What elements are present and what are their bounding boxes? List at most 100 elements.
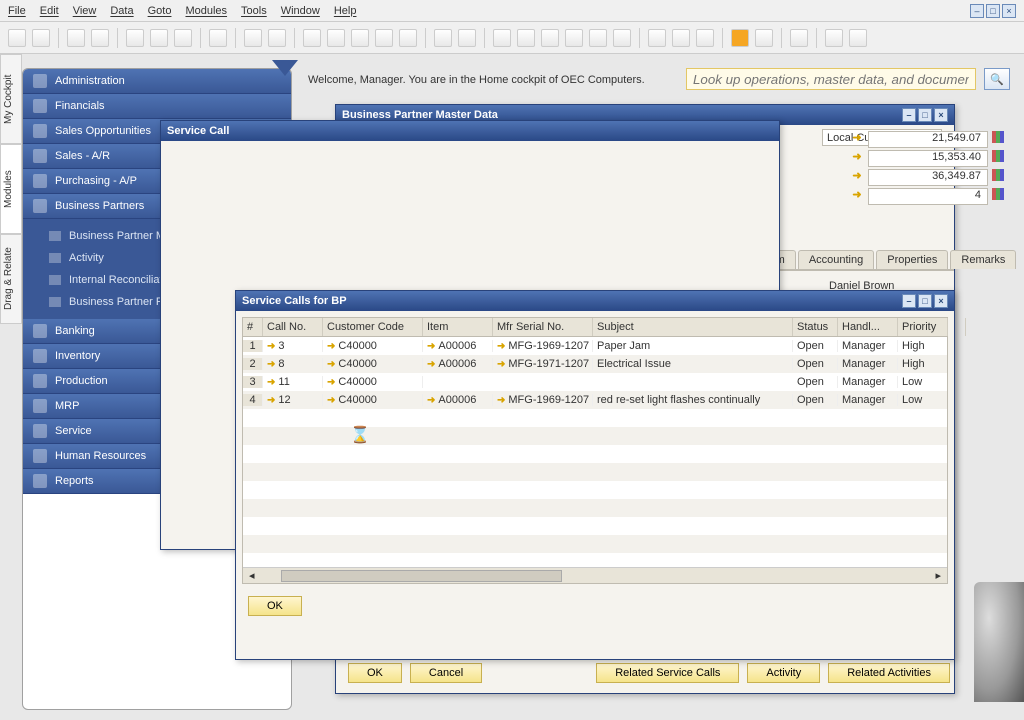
chart-icon[interactable] (992, 169, 1004, 181)
chart-icon[interactable] (992, 131, 1004, 143)
related-activities-button[interactable]: Related Activities (828, 663, 950, 683)
toolbar-icon[interactable] (696, 29, 714, 47)
service-call-title-bar[interactable]: Service Call (161, 121, 779, 141)
grid-body[interactable]: 1➜ 3➜ C40000➜ A00006➜ MFG-1969-1207Paper… (243, 337, 947, 567)
link-arrow-icon[interactable]: ➜ (850, 188, 864, 205)
toolbar-icon[interactable] (126, 29, 144, 47)
scroll-right-icon[interactable]: ▸ (929, 569, 947, 582)
toolbar-icon[interactable] (672, 29, 690, 47)
toolbar-icon[interactable] (517, 29, 535, 47)
menu-window[interactable]: Window (281, 5, 320, 17)
tab-properties[interactable]: Properties (876, 250, 948, 269)
cell-rownum: 4 (243, 394, 263, 406)
win-minimize-button[interactable]: – (902, 294, 916, 308)
cancel-button[interactable]: Cancel (410, 663, 482, 683)
menu-goto[interactable]: Goto (148, 5, 172, 17)
col-mfr-serial[interactable]: Mfr Serial No. (493, 318, 593, 336)
tab-remarks[interactable]: Remarks (950, 250, 1016, 269)
chart-icon[interactable] (992, 188, 1004, 200)
orders-value[interactable]: 36,349.87 (868, 169, 988, 186)
win-restore-button[interactable]: □ (918, 294, 932, 308)
col-call-no[interactable]: Call No. (263, 318, 323, 336)
scroll-thumb[interactable] (281, 570, 563, 582)
toolbar-icon[interactable] (565, 29, 583, 47)
toolbar-icon[interactable] (268, 29, 286, 47)
table-row[interactable]: 2➜ 8➜ C40000➜ A00006➜ MFG-1971-1207Elect… (243, 355, 947, 373)
menu-tools[interactable]: Tools (241, 5, 267, 17)
toolbar-icon[interactable] (150, 29, 168, 47)
horizontal-scrollbar[interactable]: ◂ ▸ (243, 567, 947, 583)
toolbar-icon[interactable] (613, 29, 631, 47)
table-row[interactable]: 4➜ 12➜ C40000➜ A00006➜ MFG-1969-1207red … (243, 391, 947, 409)
search-input[interactable] (686, 68, 976, 90)
acct-balance-value[interactable]: 21,549.07 (868, 131, 988, 148)
toolbar-icon[interactable] (399, 29, 417, 47)
app-close-button[interactable]: × (1002, 4, 1016, 18)
menu-edit[interactable]: Edit (40, 5, 59, 17)
ok-button[interactable]: OK (248, 596, 302, 616)
menu-view[interactable]: View (73, 5, 97, 17)
cell-call-no: ➜ 8 (263, 358, 323, 370)
col-customer-code[interactable]: Customer Code (323, 318, 423, 336)
tab-accounting[interactable]: Accounting (798, 250, 874, 269)
help-icon[interactable] (790, 29, 808, 47)
toolbar-icon[interactable] (32, 29, 50, 47)
search-button[interactable]: 🔍 (984, 68, 1010, 90)
col-status[interactable]: Status (793, 318, 838, 336)
app-restore-button[interactable]: □ (986, 4, 1000, 18)
menu-file[interactable]: File (8, 5, 26, 17)
toolbar-icon[interactable] (755, 29, 773, 47)
link-arrow-icon[interactable]: ➜ (850, 150, 864, 167)
sidebar-item-administration[interactable]: Administration (23, 69, 291, 94)
toolbar-icon[interactable] (589, 29, 607, 47)
toolbar-icon[interactable] (67, 29, 85, 47)
related-service-calls-button[interactable]: Related Service Calls (596, 663, 739, 683)
col-item[interactable]: Item (423, 318, 493, 336)
toolbar-icon[interactable] (458, 29, 476, 47)
toolbar-icon[interactable] (209, 29, 227, 47)
side-tab-drag-relate[interactable]: Drag & Relate (0, 234, 22, 324)
table-row[interactable]: 3➜ 11➜ C40000OpenManagerLow (243, 373, 947, 391)
col-num[interactable]: # (243, 318, 263, 336)
toolbar-icon[interactable] (244, 29, 262, 47)
link-arrow-icon[interactable]: ➜ (850, 131, 864, 148)
menu-data[interactable]: Data (110, 5, 133, 17)
activity-button[interactable]: Activity (747, 663, 820, 683)
side-tab-cockpit[interactable]: My Cockpit (0, 54, 22, 144)
win-close-button[interactable]: × (934, 108, 948, 122)
col-handler[interactable]: Handl... (838, 318, 898, 336)
menu-help[interactable]: Help (334, 5, 357, 17)
deliveries-value[interactable]: 15,353.40 (868, 150, 988, 167)
chart-icon[interactable] (992, 150, 1004, 162)
win-restore-button[interactable]: □ (918, 108, 932, 122)
toolbar-icon[interactable] (375, 29, 393, 47)
win-minimize-button[interactable]: – (902, 108, 916, 122)
toolbar-icon[interactable] (493, 29, 511, 47)
toolbar-icon[interactable] (303, 29, 321, 47)
side-tab-modules[interactable]: Modules (0, 144, 22, 234)
toolbar-icon[interactable] (541, 29, 559, 47)
toolbar-icon[interactable] (434, 29, 452, 47)
col-priority[interactable]: Priority (898, 318, 948, 336)
opportunities-value[interactable]: 4 (868, 188, 988, 205)
app-minimize-button[interactable]: – (970, 4, 984, 18)
toolbar-icon[interactable] (825, 29, 843, 47)
scbp-title-bar[interactable]: Service Calls for BP –□× (236, 291, 954, 311)
scroll-left-icon[interactable]: ◂ (243, 569, 261, 582)
menu-modules[interactable]: Modules (185, 5, 227, 17)
sidebar-item-financials[interactable]: Financials (23, 94, 291, 119)
alert-icon[interactable] (731, 29, 749, 47)
table-row[interactable]: 1➜ 3➜ C40000➜ A00006➜ MFG-1969-1207Paper… (243, 337, 947, 355)
toolbar-icon[interactable] (849, 29, 867, 47)
col-subject[interactable]: Subject (593, 318, 793, 336)
cell-mfr-serial: ➜ MFG-1969-1207 (493, 340, 593, 352)
toolbar-icon[interactable] (327, 29, 345, 47)
toolbar-icon[interactable] (8, 29, 26, 47)
toolbar-icon[interactable] (351, 29, 369, 47)
link-arrow-icon[interactable]: ➜ (850, 169, 864, 186)
toolbar-icon[interactable] (174, 29, 192, 47)
win-close-button[interactable]: × (934, 294, 948, 308)
toolbar-icon[interactable] (91, 29, 109, 47)
toolbar-icon[interactable] (648, 29, 666, 47)
ok-button[interactable]: OK (348, 663, 402, 683)
